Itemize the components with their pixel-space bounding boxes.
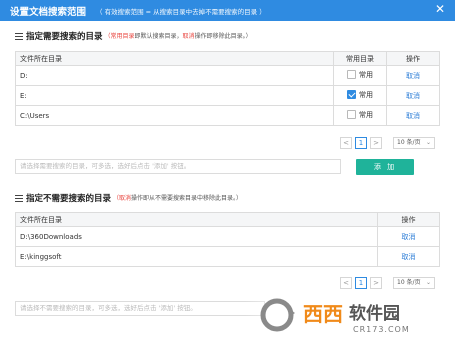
common-checkbox[interactable]: 常用: [347, 70, 373, 80]
list-icon: [15, 194, 23, 202]
svg-text:西西: 西西: [303, 302, 343, 326]
chevron-down-icon: ⌄: [425, 279, 431, 286]
svg-text:软件园: 软件园: [349, 303, 400, 324]
row-path: C:\Users: [15, 105, 334, 126]
title-bar: 设置文档搜索范围 （ 有效搜索范围 = 从搜索目录中去掉不需要搜索的目录 ） ✕: [0, 0, 455, 21]
exclude-section-note: （取消操作即从不需要搜索目录中移除此目录。）: [113, 195, 243, 202]
next-page-button[interactable]: >: [370, 277, 382, 289]
row-path: D:: [15, 65, 334, 86]
checkbox-icon: [347, 110, 356, 120]
row-path: D:\360Downloads: [15, 226, 378, 247]
table-header-row: 文件所在目录 操作: [15, 212, 440, 227]
prev-page-button[interactable]: <: [340, 277, 352, 289]
list-icon: [15, 32, 23, 40]
cancel-link[interactable]: 取消: [402, 233, 416, 241]
prev-page-button[interactable]: <: [340, 137, 352, 149]
common-checkbox[interactable]: 常用: [347, 90, 373, 100]
current-page-button[interactable]: 1: [355, 137, 367, 149]
cancel-link[interactable]: 取消: [406, 72, 420, 80]
page-size-select[interactable]: 10 条/页 ⌄: [393, 277, 435, 289]
exclude-section-header: 指定不需要搜索的目录 （取消操作即从不需要搜索目录中移除此目录。）: [15, 193, 242, 205]
col-header-action: 操作: [377, 212, 440, 227]
table-header-row: 文件所在目录 常用目录 操作: [15, 51, 440, 66]
table-row: C:\Users 常用 取消: [15, 105, 440, 126]
col-header-path: 文件所在目录: [15, 51, 334, 66]
row-path: E:\kinggsoft: [15, 246, 378, 267]
dialog-subtitle: （ 有效搜索范围 = 从搜索目录中去掉不需要搜索的目录 ）: [96, 8, 266, 16]
row-path: E:: [15, 85, 334, 106]
table-row: D: 常用 取消: [15, 65, 440, 86]
table-row: E: 常用 取消: [15, 85, 440, 106]
col-header-path: 文件所在目录: [15, 212, 378, 227]
exclude-dir-input[interactable]: 请选择不需要搜索的目录，可多选，选好后点击 '添加' 按钮。: [15, 301, 265, 316]
cancel-link[interactable]: 取消: [406, 112, 420, 120]
include-section-title: 指定需要搜索的目录: [26, 32, 103, 42]
exclude-section-title: 指定不需要搜索的目录: [26, 194, 112, 204]
col-header-action: 操作: [386, 51, 440, 66]
dialog-title: 设置文档搜索范围: [10, 7, 87, 18]
add-button[interactable]: 添 加: [356, 159, 414, 175]
next-page-button[interactable]: >: [370, 137, 382, 149]
current-page-button[interactable]: 1: [355, 277, 367, 289]
include-section-header: 指定需要搜索的目录 （常用目录即默认搜索目录，取消操作即移除此目录。）: [15, 31, 252, 43]
include-pager: < 1 > 10 条/页 ⌄: [340, 137, 435, 149]
exclude-pager: < 1 > 10 条/页 ⌄: [340, 277, 435, 289]
table-row: D:\360Downloads 取消: [15, 226, 440, 247]
table-row: E:\kinggsoft 取消: [15, 246, 440, 267]
common-checkbox[interactable]: 常用: [347, 110, 373, 120]
checkbox-checked-icon: [347, 90, 356, 100]
exclude-table: 文件所在目录 操作 D:\360Downloads 取消 E:\kinggsof…: [15, 212, 440, 267]
close-icon[interactable]: ✕: [434, 2, 446, 16]
svg-text:CR173.COM: CR173.COM: [353, 325, 410, 334]
checkbox-icon: [347, 70, 356, 80]
include-dir-input[interactable]: 请选择需要搜索的目录，可多选，选好后点击 '添加' 按钮。: [15, 159, 341, 174]
col-header-common: 常用目录: [333, 51, 387, 66]
cancel-link[interactable]: 取消: [402, 253, 416, 261]
page-size-select[interactable]: 10 条/页 ⌄: [393, 137, 435, 149]
include-table: 文件所在目录 常用目录 操作 D: 常用 取消 E: 常用 取消 C:\User…: [15, 51, 440, 126]
watermark-logo: 西西 软件园 CR173.COM: [245, 295, 455, 337]
cancel-link[interactable]: 取消: [406, 92, 420, 100]
chevron-down-icon: ⌄: [425, 139, 431, 146]
include-section-note: （常用目录即默认搜索目录，取消操作即移除此目录。）: [104, 33, 252, 40]
